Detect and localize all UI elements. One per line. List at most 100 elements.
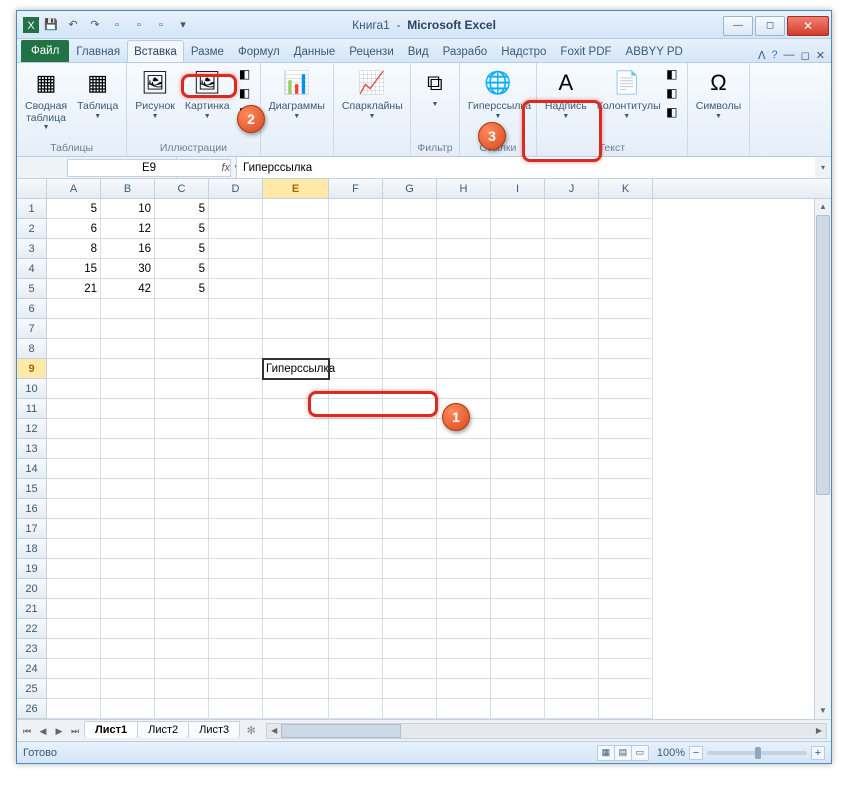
cell[interactable] <box>491 459 545 479</box>
cell[interactable] <box>47 699 101 719</box>
cell[interactable] <box>209 399 263 419</box>
picture-button[interactable]: 🖼Рисунок▼ <box>131 65 179 122</box>
cell[interactable]: 5 <box>47 199 101 219</box>
maximize-button[interactable]: ◻ <box>755 16 785 36</box>
cell[interactable] <box>491 679 545 699</box>
cell[interactable] <box>263 419 329 439</box>
cell[interactable] <box>47 399 101 419</box>
cell[interactable] <box>383 539 437 559</box>
cell[interactable] <box>599 419 653 439</box>
col-header-J[interactable]: J <box>545 179 599 198</box>
cell[interactable] <box>209 239 263 259</box>
table-button[interactable]: ▦Таблица▼ <box>73 65 122 122</box>
cell[interactable] <box>101 559 155 579</box>
cell[interactable] <box>329 499 383 519</box>
symbols-button[interactable]: ΩСимволы▼ <box>692 65 745 122</box>
cell[interactable] <box>437 499 491 519</box>
cell[interactable] <box>545 659 599 679</box>
cell[interactable] <box>491 479 545 499</box>
cell[interactable]: 15 <box>47 259 101 279</box>
cell[interactable] <box>437 699 491 719</box>
cell[interactable] <box>209 439 263 459</box>
sheet-nav-prev-icon[interactable]: ◀ <box>35 723 51 739</box>
zoom-slider[interactable] <box>707 751 807 755</box>
cell[interactable] <box>263 639 329 659</box>
cell[interactable] <box>491 499 545 519</box>
col-header-F[interactable]: F <box>329 179 383 198</box>
cell[interactable] <box>383 659 437 679</box>
cell[interactable] <box>209 359 263 379</box>
cell[interactable] <box>47 679 101 699</box>
hscroll-left-icon[interactable]: ◀ <box>267 724 281 738</box>
qat-btn-4[interactable]: ▫ <box>107 15 127 35</box>
cell[interactable] <box>101 319 155 339</box>
cell[interactable] <box>329 379 383 399</box>
row-header[interactable]: 8 <box>17 339 47 359</box>
cell[interactable] <box>437 339 491 359</box>
cell[interactable] <box>155 459 209 479</box>
cell[interactable] <box>437 479 491 499</box>
cell[interactable] <box>383 399 437 419</box>
cell[interactable] <box>209 679 263 699</box>
cell[interactable] <box>263 339 329 359</box>
slicer-button[interactable]: ⧉▼ <box>415 65 455 110</box>
cell[interactable] <box>47 559 101 579</box>
cell[interactable] <box>263 659 329 679</box>
row-header[interactable]: 20 <box>17 579 47 599</box>
cell[interactable] <box>545 339 599 359</box>
cell[interactable] <box>545 279 599 299</box>
row-header[interactable]: 18 <box>17 539 47 559</box>
cell[interactable] <box>263 559 329 579</box>
cell[interactable] <box>599 259 653 279</box>
tab-данные[interactable]: Данные <box>287 40 343 62</box>
slicer-dropdown-icon[interactable]: ▼ <box>431 101 438 108</box>
cell[interactable] <box>155 679 209 699</box>
sparklines-button[interactable]: 📈Спарклайны▼ <box>338 65 406 122</box>
cell[interactable] <box>383 619 437 639</box>
cell[interactable] <box>263 679 329 699</box>
cell[interactable] <box>209 639 263 659</box>
cell[interactable]: 5 <box>155 199 209 219</box>
cell[interactable] <box>263 319 329 339</box>
cell[interactable] <box>545 459 599 479</box>
cell[interactable] <box>491 619 545 639</box>
row-header[interactable]: 9 <box>17 359 47 379</box>
cell[interactable] <box>329 299 383 319</box>
cell[interactable] <box>491 279 545 299</box>
view-normal-icon[interactable]: ▦ <box>597 745 615 761</box>
cell[interactable] <box>599 399 653 419</box>
cell[interactable] <box>101 539 155 559</box>
cell[interactable] <box>491 319 545 339</box>
cell[interactable] <box>47 339 101 359</box>
cell[interactable] <box>599 339 653 359</box>
tab-рецензи[interactable]: Рецензи <box>342 40 400 62</box>
cell[interactable] <box>545 299 599 319</box>
cell[interactable] <box>437 599 491 619</box>
cell[interactable] <box>209 299 263 319</box>
cell[interactable] <box>383 319 437 339</box>
cell[interactable] <box>383 299 437 319</box>
qat-redo-icon[interactable]: ↷ <box>85 15 105 35</box>
cell[interactable] <box>545 579 599 599</box>
row-header[interactable]: 1 <box>17 199 47 219</box>
cell[interactable] <box>599 659 653 679</box>
cell[interactable] <box>101 659 155 679</box>
cell[interactable]: 30 <box>101 259 155 279</box>
cell[interactable] <box>101 679 155 699</box>
cell[interactable] <box>383 379 437 399</box>
cell[interactable] <box>155 399 209 419</box>
cell[interactable] <box>599 299 653 319</box>
formula-input[interactable] <box>237 157 815 178</box>
cell[interactable] <box>491 239 545 259</box>
col-header-K[interactable]: K <box>599 179 653 198</box>
cell[interactable] <box>209 539 263 559</box>
qat-undo-icon[interactable]: ↶ <box>63 15 83 35</box>
hyperlink-dropdown-icon[interactable]: ▼ <box>494 113 501 120</box>
row-header[interactable]: 13 <box>17 439 47 459</box>
sigline-button[interactable]: ◧ <box>663 84 683 102</box>
cell[interactable] <box>209 699 263 719</box>
cell[interactable] <box>545 239 599 259</box>
smartart-button[interactable]: ◧ <box>236 84 256 102</box>
cell[interactable] <box>329 519 383 539</box>
cell[interactable] <box>209 559 263 579</box>
